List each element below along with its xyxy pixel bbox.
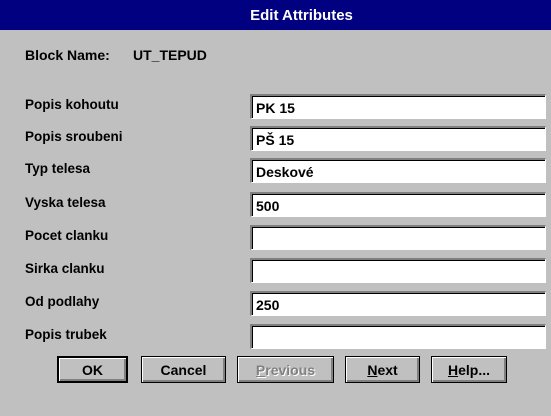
- attribute-input-typ-telesa[interactable]: [250, 158, 546, 183]
- next-label-rest: ext: [377, 361, 398, 378]
- attribute-row-sirka-clanku: Sirka clanku: [0, 258, 551, 291]
- attribute-label: Vyska telesa: [25, 195, 106, 210]
- attribute-input-vyska-telesa[interactable]: [250, 192, 546, 217]
- attribute-label: Popis kohoutu: [25, 97, 119, 112]
- help-button[interactable]: Help...: [431, 356, 507, 383]
- attribute-row-popis-sroubeni: Popis sroubeni: [0, 126, 551, 159]
- attribute-row-popis-kohoutu: Popis kohoutu: [0, 94, 551, 127]
- attribute-label: Popis sroubeni: [25, 129, 123, 144]
- attribute-input-pocet-clanku[interactable]: [250, 225, 546, 250]
- dialog-title: Edit Attributes: [250, 6, 353, 24]
- button-row: OK Cancel Previous Next Help...: [0, 356, 551, 384]
- help-button-label: Help...: [448, 362, 490, 378]
- attribute-row-popis-trubek: Popis trubek: [0, 324, 551, 357]
- help-label-rest: elp...: [458, 361, 491, 378]
- previous-button[interactable]: Previous: [237, 356, 334, 383]
- edit-attributes-dialog: Edit Attributes Block Name: UT_TEPUD Pop…: [0, 0, 551, 416]
- help-mnemonic: H: [447, 361, 459, 378]
- attribute-label: Od podlahy: [25, 294, 100, 309]
- next-mnemonic: N: [367, 361, 378, 378]
- next-button-label: Next: [367, 362, 397, 378]
- block-name-value: UT_TEPUD: [133, 47, 207, 63]
- attribute-label: Typ telesa: [25, 161, 91, 176]
- ok-button[interactable]: OK: [57, 356, 128, 383]
- attribute-input-popis-trubek[interactable]: [250, 324, 546, 349]
- attribute-label: Pocet clanku: [25, 228, 109, 243]
- attribute-label: Popis trubek: [25, 327, 107, 342]
- ok-button-label: OK: [82, 361, 103, 378]
- attribute-row-vyska-telesa: Vyska telesa: [0, 192, 551, 225]
- previous-label-rest: revious: [265, 361, 316, 378]
- previous-button-label: Previous: [256, 362, 315, 378]
- title-bar[interactable]: Edit Attributes: [0, 0, 551, 30]
- attribute-row-od-podlahy: Od podlahy: [0, 291, 551, 324]
- previous-mnemonic: P: [255, 361, 266, 378]
- attribute-input-sirka-clanku[interactable]: [250, 258, 546, 283]
- attribute-input-popis-kohoutu[interactable]: [250, 94, 546, 119]
- cancel-button-label: Cancel: [160, 361, 207, 378]
- attribute-row-pocet-clanku: Pocet clanku: [0, 225, 551, 258]
- attribute-input-od-podlahy[interactable]: [250, 291, 546, 316]
- block-name-label: Block Name:: [25, 47, 110, 63]
- next-button[interactable]: Next: [345, 356, 420, 383]
- cancel-button[interactable]: Cancel: [141, 356, 226, 383]
- attribute-label: Sirka clanku: [25, 261, 105, 276]
- attribute-input-popis-sroubeni[interactable]: [250, 126, 546, 151]
- attribute-row-typ-telesa: Typ telesa: [0, 158, 551, 191]
